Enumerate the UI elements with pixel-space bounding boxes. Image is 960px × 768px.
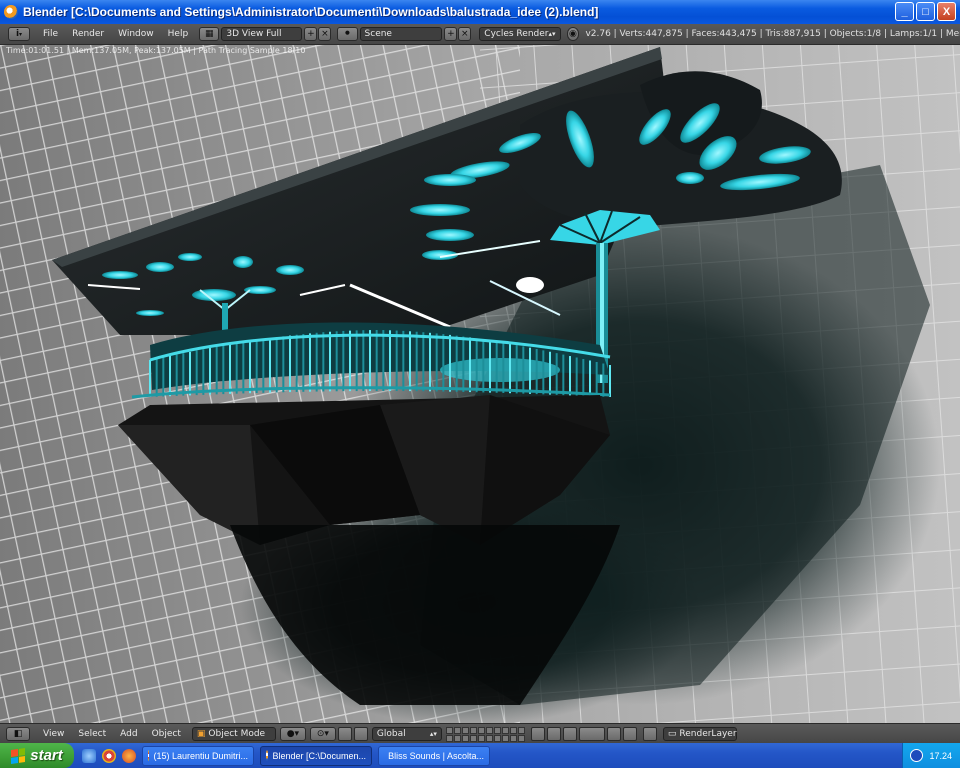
system-tray: 17.24 [902,743,960,768]
task-label: (15) Laurentiu Dumitri... [153,750,248,761]
render-engine-label: Cycles Render [484,29,549,39]
menu-file[interactable]: File [36,29,65,39]
render-engine-select[interactable]: Cycles Render ▴▾ [479,27,561,41]
screen-layout-field[interactable]: 3D View Full [221,27,303,41]
manipulator-toggle-icon[interactable] [337,727,352,741]
window-title-bar[interactable]: Blender [C:\Documents and Settings\Admin… [0,0,960,24]
start-label: start [30,747,63,764]
object-mode-icon: ▣ [196,729,206,739]
lock-layers-icon[interactable] [530,727,545,741]
taskbar: start (15) Laurentiu Dumitri... Blender … [0,743,960,768]
delete-screen-icon[interactable]: × [318,27,332,41]
add-scene-icon[interactable]: + [444,27,458,41]
menu-help[interactable]: Help [161,29,196,39]
mode-select[interactable]: ▣ Object Mode [191,727,276,741]
scene-statistics: v2.76 | Verts:447,875 | Faces:443,475 | … [585,29,960,39]
add-screen-icon[interactable]: + [304,27,318,41]
render-layer-label: RenderLayer [679,729,737,739]
blender-task-icon [266,750,269,761]
cube-icon: ◧ [13,729,23,739]
render-animation-icon[interactable] [622,727,637,741]
3d-viewport[interactable]: Time:01:01.51 | Mem:137.05M, Peak:137.05… [0,45,960,723]
explorer-icon[interactable] [82,748,96,763]
viewport-shading-button[interactable]: ●▾ [279,727,306,741]
task-label: Blender [C:\Documen... [272,750,366,761]
proportional-edit-icon[interactable] [546,727,561,741]
transform-orientation-select[interactable]: Global ▴▾ [371,727,442,741]
close-button[interactable]: X [937,2,956,21]
firefox-icon[interactable] [122,748,136,763]
clock[interactable]: 17.24 [929,751,952,761]
editor-type-button[interactable]: i ▾ [8,27,31,41]
snap-icon[interactable] [562,727,577,741]
pivot-point-button[interactable]: ⊙▾ [309,727,336,741]
menu-object[interactable]: Object [145,729,188,739]
menu-render[interactable]: Render [65,29,111,39]
windows-flag-icon [11,747,26,764]
render-info-text: Time:01:01.51 | Mem:137.05M, Peak:137.05… [6,46,306,55]
scene-field[interactable]: Scene [359,27,443,41]
orientation-label: Global [376,729,406,739]
start-button[interactable]: start [0,743,74,768]
menu-add[interactable]: Add [113,729,144,739]
render-layer-icon: ▭ [667,729,677,739]
pause-icon[interactable] [642,727,657,741]
opengl-render-icon[interactable] [606,727,621,741]
screen-layout-icon[interactable]: ▦ [199,27,220,41]
blender-logo-icon [4,5,18,19]
view-editor-type-button[interactable]: ◧ [6,727,30,741]
delete-scene-icon[interactable]: × [458,27,472,41]
translate-icon[interactable] [353,727,368,741]
blender-version-icon: ◉ [566,27,580,41]
chrome-icon[interactable] [102,748,116,763]
snap-element-icon[interactable] [578,727,605,741]
3d-view-header: ◧ View Select Add Object ▣ Object Mode ●… [0,723,960,744]
mode-label: Object Mode [208,729,266,739]
menu-select[interactable]: Select [71,729,113,739]
render-layer-field[interactable]: ▭ RenderLayer [662,727,737,741]
task-chrome-facebook[interactable]: (15) Laurentiu Dumitri... [142,745,254,766]
scene-icon[interactable]: ⚫ [337,27,358,41]
task-firefox-bliss[interactable]: Bliss Sounds | Ascolta... [378,745,490,766]
minimize-button[interactable]: _ [895,2,914,21]
info-header: i ▾ File Render Window Help ▦ 3D View Ful… [0,24,960,45]
task-label: Bliss Sounds | Ascolta... [388,750,484,761]
task-blender[interactable]: Blender [C:\Documen... [260,745,372,766]
render-image [0,45,960,723]
maximize-button[interactable]: □ [916,2,935,21]
chrome-task-icon [148,750,150,761]
menu-window[interactable]: Window [111,29,161,39]
menu-view[interactable]: View [36,729,71,739]
quick-launch [82,748,136,763]
security-shield-icon[interactable] [910,749,924,762]
window-title: Blender [C:\Documents and Settings\Admin… [23,5,599,19]
layer-buttons[interactable] [445,726,525,742]
